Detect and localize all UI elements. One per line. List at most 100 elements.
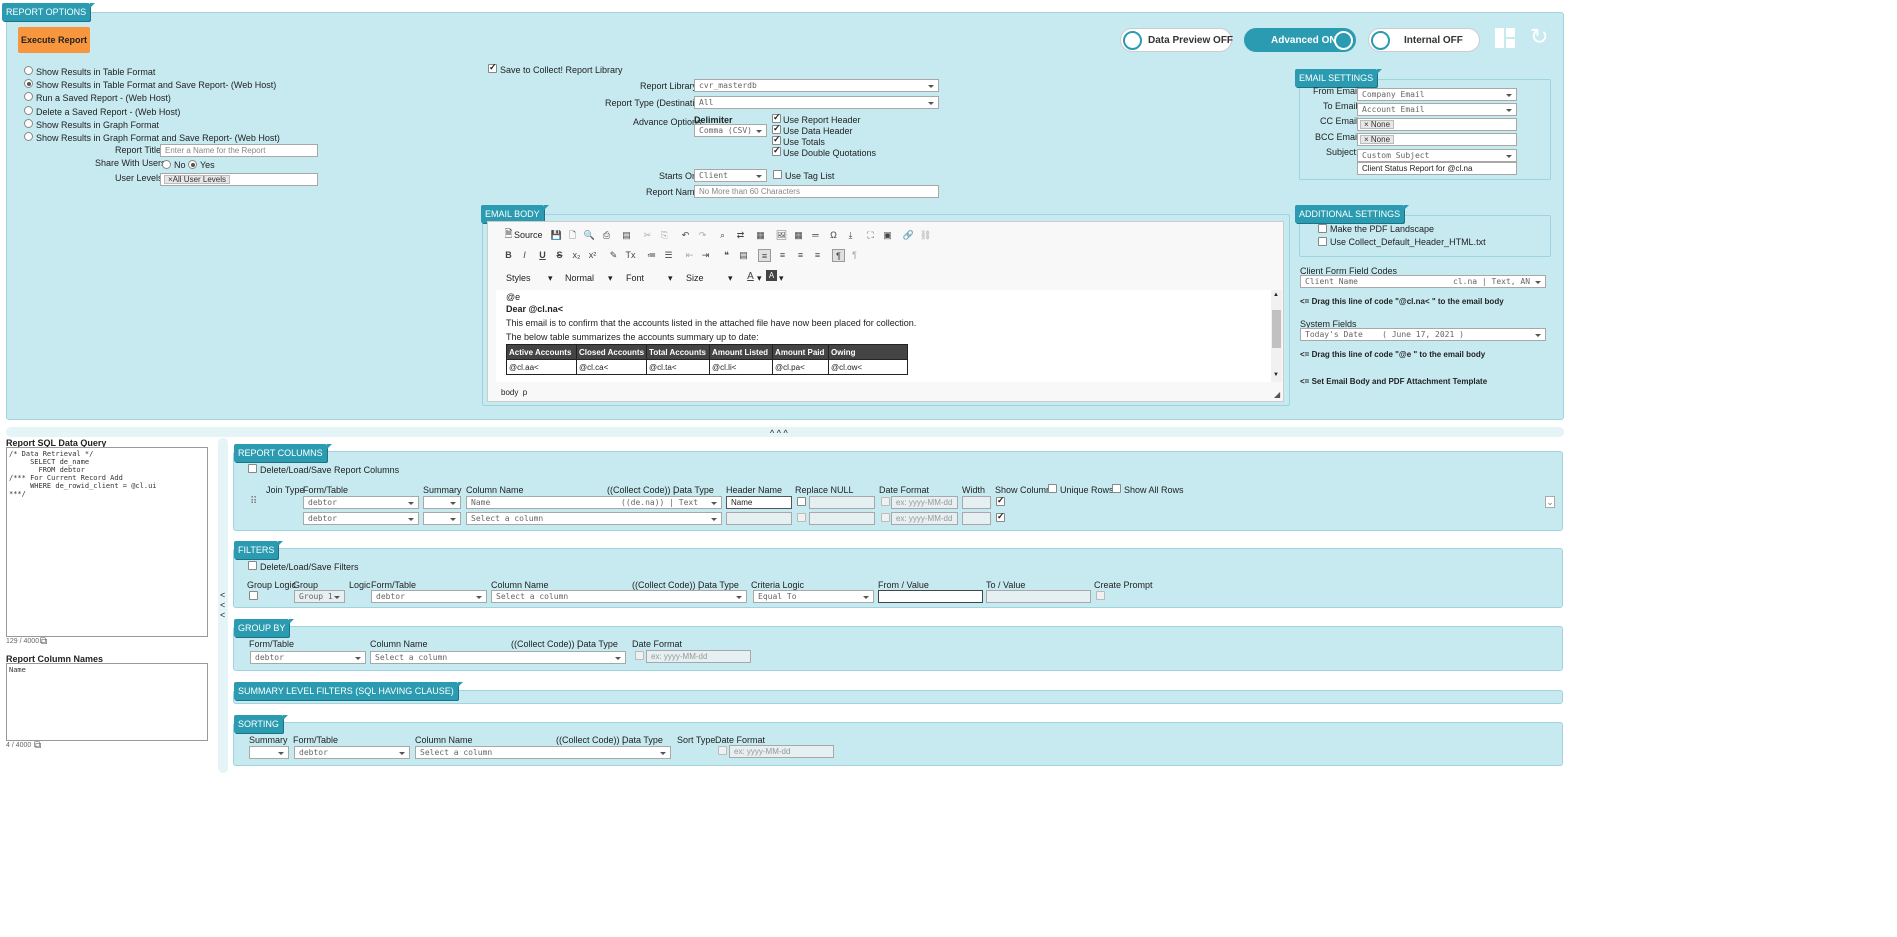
cut-icon[interactable]: ✂ bbox=[641, 229, 654, 242]
user-levels-chip[interactable]: ×All User Levels bbox=[164, 175, 231, 184]
bcc-none-chip[interactable]: × None bbox=[1360, 135, 1395, 144]
link-icon[interactable]: 🔗 bbox=[902, 229, 915, 242]
print-icon[interactable]: ⎙ bbox=[600, 229, 613, 242]
div-icon[interactable]: ▤ bbox=[737, 249, 750, 262]
result-mode-radio[interactable] bbox=[24, 118, 33, 128]
rc-row1-summary-select[interactable] bbox=[423, 496, 461, 509]
size-dropdown[interactable]: Size bbox=[686, 273, 704, 283]
align-right-icon[interactable]: ≡ bbox=[794, 249, 807, 262]
rc-row1-date-input[interactable]: ex: yyyy-MM-dd bbox=[891, 496, 958, 509]
starts-on-select[interactable]: Client bbox=[694, 169, 767, 182]
result-mode-radio[interactable] bbox=[24, 105, 33, 115]
scroll-down-icon[interactable]: ▼ bbox=[1273, 372, 1279, 378]
rc-row2-replace-checkbox[interactable] bbox=[797, 513, 806, 522]
bold-icon[interactable]: B bbox=[502, 249, 515, 262]
page-break-icon[interactable]: ⤓ bbox=[844, 229, 857, 242]
filter-column-select[interactable]: Select a column bbox=[491, 590, 747, 603]
delete-load-filters-checkbox[interactable] bbox=[248, 561, 257, 570]
sort-date-input[interactable]: ex: yyyy-MM-dd bbox=[729, 745, 834, 758]
rc-row2-date-input[interactable]: ex: yyyy-MM-dd bbox=[891, 512, 958, 525]
replace-icon[interactable]: ⇄ bbox=[734, 229, 747, 242]
refresh-icon[interactable]: ↻ bbox=[1530, 25, 1548, 49]
align-center-icon[interactable]: ≡ bbox=[776, 249, 789, 262]
drag-handle-icon[interactable]: ⠿ bbox=[250, 496, 257, 507]
save-library-checkbox[interactable] bbox=[488, 62, 497, 73]
rc-row1-column-select[interactable]: Name ((de.na)) | Text bbox=[466, 496, 722, 509]
indent-icon[interactable]: ⇥ bbox=[699, 249, 712, 262]
new-page-icon[interactable]: 🗋 bbox=[566, 229, 579, 242]
sort-form-select[interactable]: debtor bbox=[294, 746, 410, 759]
subject-select[interactable]: Custom Subject bbox=[1357, 149, 1517, 162]
delete-load-columns-checkbox[interactable] bbox=[248, 464, 257, 473]
rc-row1-collapse-icon[interactable]: ⌄ bbox=[1545, 496, 1555, 508]
subject-text-input[interactable]: Client Status Report for @cl.na bbox=[1357, 162, 1517, 175]
show-all-rows-checkbox[interactable] bbox=[1112, 484, 1121, 493]
gb-form-select[interactable]: debtor bbox=[250, 651, 366, 664]
use-option-checkbox[interactable] bbox=[772, 134, 781, 145]
copy-sql-icon[interactable]: ⧉ bbox=[40, 636, 47, 647]
report-name-input[interactable]: No More than 60 Characters bbox=[694, 185, 939, 198]
find-icon[interactable]: ⌕ bbox=[716, 229, 729, 242]
use-option-checkbox[interactable] bbox=[772, 123, 781, 134]
default-header-checkbox[interactable] bbox=[1318, 237, 1327, 246]
copy-names-icon[interactable]: ⧉ bbox=[34, 740, 41, 751]
save-icon[interactable]: 💾 bbox=[550, 229, 563, 242]
criteria-select[interactable]: Equal To bbox=[753, 590, 874, 603]
remove-format-icon[interactable]: Tx bbox=[624, 249, 637, 262]
rc-row1-replace-checkbox[interactable] bbox=[797, 497, 806, 506]
cc-none-chip[interactable]: × None bbox=[1360, 120, 1395, 129]
blockquote-icon[interactable]: ❝ bbox=[720, 249, 733, 262]
gb-date-checkbox[interactable] bbox=[635, 651, 644, 660]
group-select[interactable]: Group 1 bbox=[294, 590, 345, 603]
font-dropdown[interactable]: Font bbox=[626, 273, 644, 283]
image-icon[interactable]: 🖼 bbox=[775, 229, 788, 242]
layout-grid-icon[interactable] bbox=[1495, 28, 1515, 48]
rtl-icon[interactable]: ¶ bbox=[848, 249, 861, 262]
copy-icon[interactable]: ⎘ bbox=[658, 229, 671, 242]
superscript-icon[interactable]: x² bbox=[586, 249, 599, 262]
special-char-icon[interactable]: Ω bbox=[827, 229, 840, 242]
unique-rows-checkbox[interactable] bbox=[1048, 484, 1057, 493]
use-option-checkbox[interactable] bbox=[772, 145, 781, 156]
align-left-icon[interactable]: ≡ bbox=[758, 249, 771, 262]
delimiter-select[interactable]: Comma (CSV) bbox=[694, 124, 767, 137]
share-yes-radio[interactable] bbox=[188, 160, 197, 169]
chip-remove-icon[interactable]: × bbox=[1364, 120, 1371, 129]
rc-row2-show-checkbox[interactable] bbox=[996, 511, 1005, 522]
numbered-list-icon[interactable]: ≔ bbox=[645, 249, 658, 262]
data-preview-toggle[interactable]: Data Preview OFF bbox=[1120, 28, 1233, 52]
table-icon[interactable]: ▦ bbox=[792, 229, 805, 242]
scroll-up-icon[interactable]: ▲ bbox=[1273, 292, 1279, 298]
rc-row2-summary-select[interactable] bbox=[423, 512, 461, 525]
rc-row1-replace-input[interactable] bbox=[809, 496, 875, 509]
to-email-select[interactable]: Account Email bbox=[1357, 103, 1517, 116]
strike-icon[interactable]: S bbox=[553, 249, 566, 262]
rc-row1-header-input[interactable]: Name bbox=[726, 496, 792, 509]
styles-dropdown[interactable]: Styles bbox=[506, 273, 531, 283]
show-blocks-icon[interactable]: ▣ bbox=[881, 229, 894, 242]
bullet-list-icon[interactable]: ☰ bbox=[662, 249, 675, 262]
rc-row1-show-checkbox[interactable] bbox=[996, 495, 1005, 506]
resize-handle-icon[interactable]: ◢ bbox=[1274, 390, 1280, 399]
use-option-checkbox[interactable] bbox=[772, 112, 781, 123]
ltr-icon[interactable]: ¶ bbox=[832, 249, 845, 262]
templates-icon[interactable]: ▤ bbox=[620, 229, 633, 242]
unlink-icon[interactable]: ⛓ bbox=[919, 229, 932, 242]
redo-icon[interactable]: ↷ bbox=[696, 229, 709, 242]
share-no-radio[interactable] bbox=[162, 160, 171, 169]
report-title-input[interactable]: Enter a Name for the Report bbox=[160, 144, 318, 157]
filter-form-select[interactable]: debtor bbox=[371, 590, 487, 603]
collapse-arrows-icon[interactable]: ^ ^ ^ bbox=[770, 428, 788, 438]
execute-report-button[interactable]: Execute Report bbox=[18, 27, 90, 53]
result-mode-radio[interactable] bbox=[24, 66, 33, 75]
preview-icon[interactable]: 🔍 bbox=[583, 229, 596, 242]
set-template-link[interactable]: <= Set Email Body and PDF Attachment Tem… bbox=[1300, 377, 1487, 386]
from-value-input[interactable] bbox=[878, 590, 983, 603]
column-names-textarea[interactable]: Name bbox=[6, 663, 208, 741]
rc-row2-header-input[interactable] bbox=[726, 512, 792, 525]
rc-row1-form-select[interactable]: debtor bbox=[303, 496, 419, 509]
subscript-icon[interactable]: x₂ bbox=[570, 249, 583, 262]
rc-row1-date-checkbox[interactable] bbox=[881, 497, 890, 506]
report-type-select[interactable]: All bbox=[694, 96, 939, 109]
rc-row2-replace-input[interactable] bbox=[809, 512, 875, 525]
